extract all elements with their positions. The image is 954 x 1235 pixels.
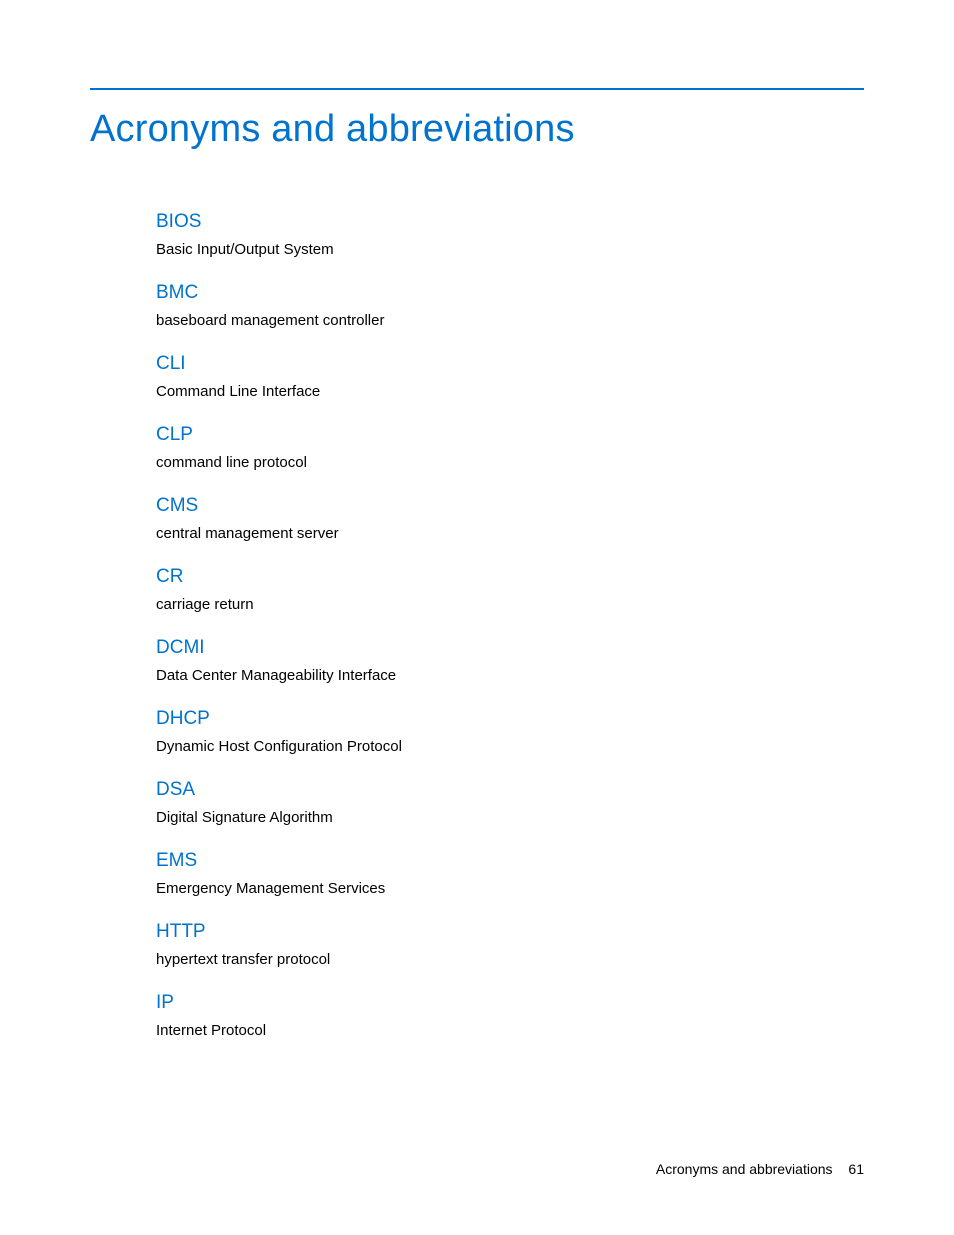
glossary-term: DCMI (156, 637, 864, 659)
heading-rule (90, 88, 864, 90)
glossary-definition: Command Line Interface (156, 383, 864, 400)
glossary-term: BMC (156, 282, 864, 304)
glossary-entry: HTTP hypertext transfer protocol (156, 921, 864, 968)
glossary-entry: CLP command line protocol (156, 424, 864, 471)
glossary-definition: carriage return (156, 596, 864, 613)
glossary-entry: DSA Digital Signature Algorithm (156, 779, 864, 826)
glossary-list: BIOS Basic Input/Output System BMC baseb… (90, 211, 864, 1039)
glossary-entry: CLI Command Line Interface (156, 353, 864, 400)
glossary-term: DHCP (156, 708, 864, 730)
document-page: Acronyms and abbreviations BIOS Basic In… (0, 0, 954, 1039)
glossary-definition: command line protocol (156, 454, 864, 471)
glossary-entry: CR carriage return (156, 566, 864, 613)
glossary-definition: Emergency Management Services (156, 880, 864, 897)
glossary-term: BIOS (156, 211, 864, 233)
glossary-definition: Digital Signature Algorithm (156, 809, 864, 826)
glossary-term: CLP (156, 424, 864, 446)
glossary-entry: IP Internet Protocol (156, 992, 864, 1039)
glossary-term: EMS (156, 850, 864, 872)
glossary-definition: central management server (156, 525, 864, 542)
glossary-definition: baseboard management controller (156, 312, 864, 329)
glossary-definition: Basic Input/Output System (156, 241, 864, 258)
footer-page-number: 61 (848, 1161, 864, 1177)
glossary-definition: hypertext transfer protocol (156, 951, 864, 968)
glossary-term: CR (156, 566, 864, 588)
glossary-definition: Data Center Manageability Interface (156, 667, 864, 684)
glossary-entry: CMS central management server (156, 495, 864, 542)
glossary-definition: Internet Protocol (156, 1022, 864, 1039)
glossary-term: CLI (156, 353, 864, 375)
glossary-term: DSA (156, 779, 864, 801)
glossary-definition: Dynamic Host Configuration Protocol (156, 738, 864, 755)
footer-section-name: Acronyms and abbreviations (656, 1161, 833, 1177)
page-title: Acronyms and abbreviations (90, 108, 864, 151)
glossary-term: IP (156, 992, 864, 1014)
glossary-term: CMS (156, 495, 864, 517)
glossary-entry: DHCP Dynamic Host Configuration Protocol (156, 708, 864, 755)
glossary-entry: BIOS Basic Input/Output System (156, 211, 864, 258)
glossary-entry: BMC baseboard management controller (156, 282, 864, 329)
page-footer: Acronyms and abbreviations 61 (656, 1161, 864, 1177)
glossary-entry: DCMI Data Center Manageability Interface (156, 637, 864, 684)
glossary-term: HTTP (156, 921, 864, 943)
glossary-entry: EMS Emergency Management Services (156, 850, 864, 897)
